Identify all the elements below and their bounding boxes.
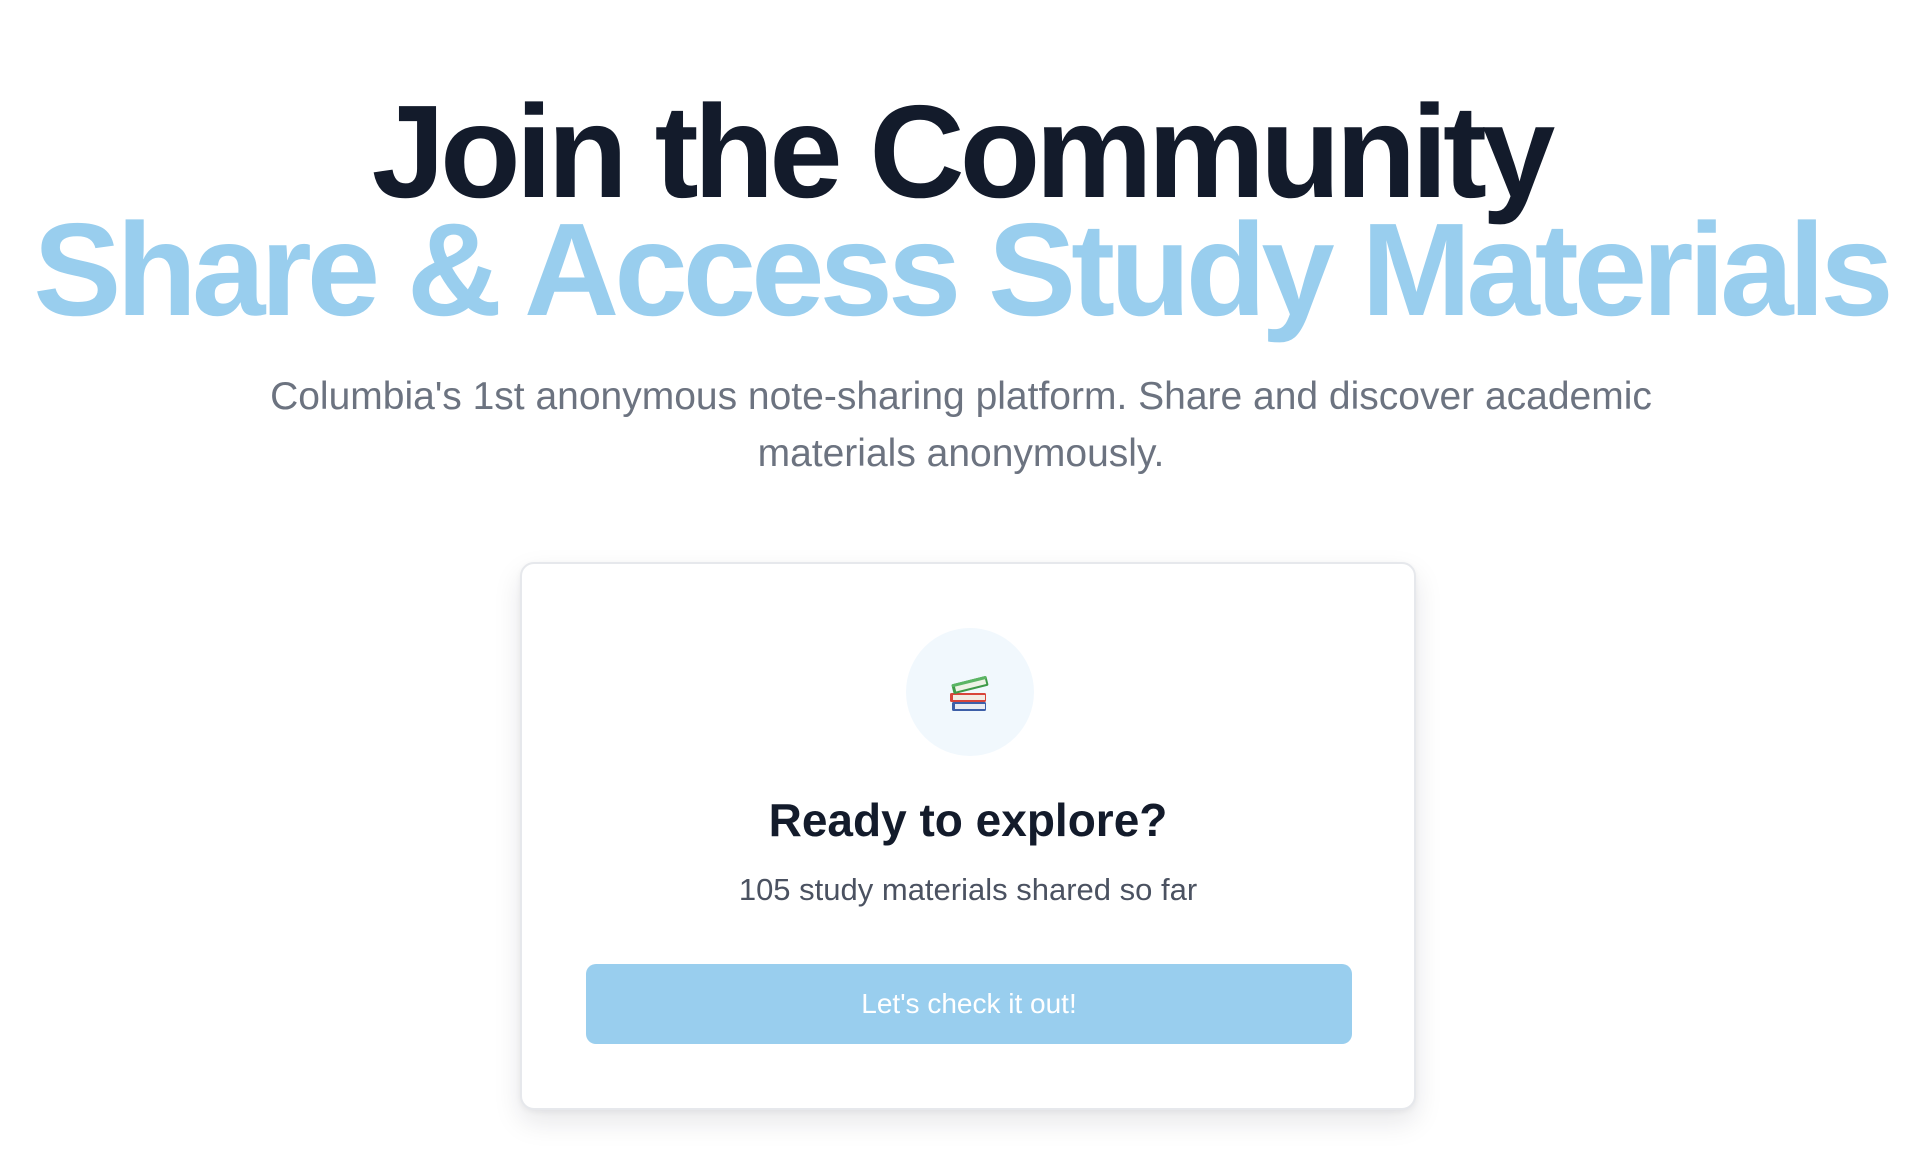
books-icon-graphic: [950, 676, 989, 711]
hero-tagline: Share & Access Study Materials: [33, 196, 1893, 343]
check-it-out-button[interactable]: Let's check it out!: [586, 964, 1352, 1044]
card-title: Ready to explore?: [768, 794, 1168, 846]
materials-count: 105 study materials shared so far: [738, 872, 1198, 907]
explore-card: Ready to explore? 105 study materials sh…: [520, 562, 1416, 1110]
hero-subtitle: Columbia's 1st anonymous note-sharing pl…: [270, 375, 1652, 475]
books-icon: [906, 628, 1034, 756]
